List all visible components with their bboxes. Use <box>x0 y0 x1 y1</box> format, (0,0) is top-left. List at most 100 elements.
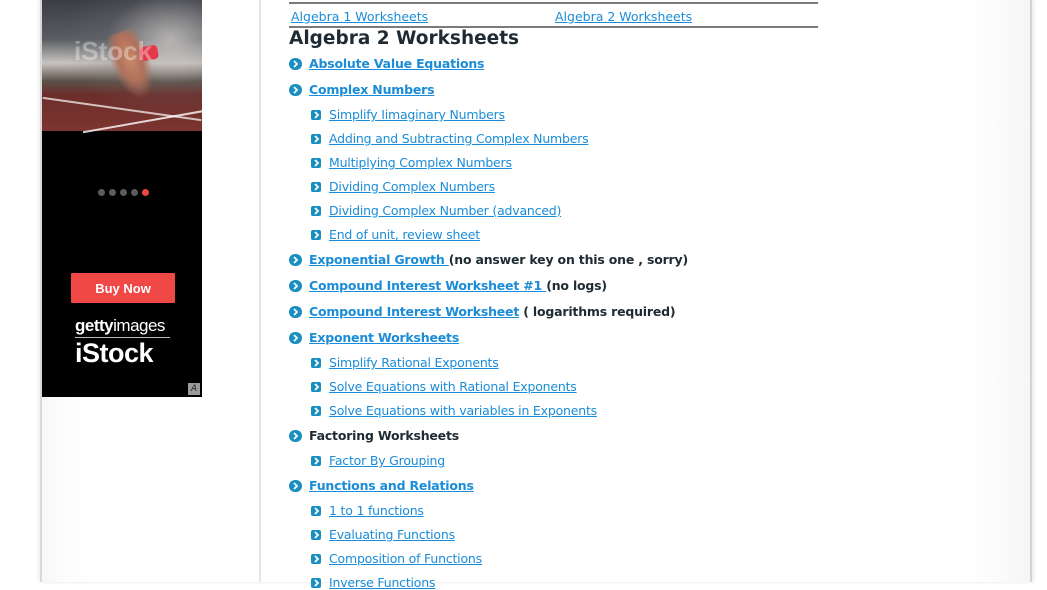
worksheet-note: (no logs) <box>546 278 607 293</box>
chevron-bullet-icon <box>311 357 321 368</box>
worksheet-link[interactable]: Absolute Value Equations <box>309 56 484 71</box>
worksheet-link[interactable]: Complex Numbers <box>309 82 435 97</box>
worksheet-link[interactable]: Compound Interest Worksheet #1 <box>309 278 546 293</box>
worksheet-subitem: Simplify Iimaginary Numbers <box>311 107 505 122</box>
chevron-right-icon <box>313 358 319 367</box>
ad-carousel-dots <box>98 189 149 196</box>
worksheet-link[interactable]: Exponent Worksheets <box>309 330 459 345</box>
worksheet-link[interactable]: Multiplying Complex Numbers <box>329 155 512 170</box>
ad-brand-rest: images <box>113 316 165 335</box>
chevron-bullet-icon <box>311 455 321 466</box>
chevron-bullet-icon <box>311 157 321 168</box>
worksheet-category: Factoring Worksheets <box>289 428 459 443</box>
worksheet-subitem: Dividing Complex Number (advanced) <box>311 203 561 218</box>
chevron-bullet-icon <box>289 331 302 344</box>
worksheet-subitem: Adding and Subtracting Complex Numbers <box>311 131 589 146</box>
chevron-right-icon <box>313 506 319 515</box>
chevron-bullet-icon <box>311 229 321 240</box>
ad-carousel-dot[interactable] <box>131 189 138 196</box>
chevron-right-icon <box>293 255 299 264</box>
chevron-right-icon <box>313 206 319 215</box>
worksheet-category: Functions and Relations <box>289 478 474 493</box>
chevron-right-icon <box>313 530 319 539</box>
worksheet-subitem: Solve Equations with Rational Exponents <box>311 379 577 394</box>
worksheet-category: Absolute Value Equations <box>289 56 484 71</box>
worksheet-link[interactable]: Simplify Rational Exponents <box>329 355 499 370</box>
chevron-bullet-icon <box>311 577 321 588</box>
chevron-bullet-icon <box>289 479 302 492</box>
chevron-right-icon <box>313 182 319 191</box>
chevron-right-icon <box>313 110 319 119</box>
left-sidebar: iStock Buy Now gettyimages iStock A <box>42 0 261 582</box>
worksheet-category: Complex Numbers <box>289 82 435 97</box>
worksheet-link[interactable]: Compound Interest Worksheet <box>309 304 519 319</box>
chevron-right-icon <box>313 456 319 465</box>
worksheet-subitem: End of unit, review sheet <box>311 227 480 242</box>
chevron-bullet-icon <box>311 553 321 564</box>
ad-carousel-dot[interactable] <box>120 189 127 196</box>
worksheet-link[interactable]: Simplify Iimaginary Numbers <box>329 107 505 122</box>
chevron-right-icon <box>293 431 299 440</box>
ad-carousel-dot[interactable] <box>98 189 105 196</box>
worksheet-subitem: 1 to 1 functions <box>311 503 424 518</box>
chevron-right-icon <box>313 230 319 239</box>
ad-watermark: iStock <box>74 36 153 66</box>
nav-link-algebra-2[interactable]: Algebra 2 Worksheets <box>555 9 692 24</box>
chevron-right-icon <box>313 406 319 415</box>
worksheet-link[interactable]: Exponential Growth <box>309 252 449 267</box>
chevron-bullet-icon <box>311 405 321 416</box>
ad-carousel-dot[interactable] <box>109 189 116 196</box>
chevron-bullet-icon <box>289 429 302 442</box>
worksheet-subitem: Factor By Grouping <box>311 453 445 468</box>
istock-ad-banner[interactable]: iStock Buy Now gettyimages iStock A <box>42 0 202 397</box>
ad-istock-logo: iStock <box>75 338 154 368</box>
worksheet-category: Compound Interest Worksheet #1 (no logs) <box>289 278 607 293</box>
worksheet-link[interactable]: Inverse Functions <box>329 575 435 590</box>
worksheet-category: Compound Interest Worksheet ( logarithms… <box>289 304 676 319</box>
worksheet-link[interactable]: Evaluating Functions <box>329 527 455 542</box>
worksheet-link[interactable]: 1 to 1 functions <box>329 503 424 518</box>
chevron-bullet-icon <box>311 505 321 516</box>
chevron-bullet-icon <box>289 305 302 318</box>
ad-gettyimages-logo: gettyimages <box>75 316 170 338</box>
adchoices-icon[interactable]: A <box>188 383 200 395</box>
worksheet-category: Exponential Growth (no answer key on thi… <box>289 252 688 267</box>
chevron-right-icon <box>293 59 299 68</box>
worksheet-link[interactable]: Functions and Relations <box>309 478 474 493</box>
chevron-right-icon <box>293 333 299 342</box>
worksheet-subitem: Inverse Functions <box>311 575 435 590</box>
chevron-bullet-icon <box>289 57 302 70</box>
worksheet-subitem: Evaluating Functions <box>311 527 455 542</box>
worksheet-subitem: Solve Equations with variables in Expone… <box>311 403 597 418</box>
chevron-bullet-icon <box>311 205 321 216</box>
worksheet-link[interactable]: Solve Equations with Rational Exponents <box>329 379 577 394</box>
ad-carousel-dot[interactable] <box>142 189 149 196</box>
chevron-bullet-icon <box>311 133 321 144</box>
page-edge-shadow <box>970 0 1030 582</box>
worksheet-link[interactable]: Factor By Grouping <box>329 453 445 468</box>
worksheet-link[interactable]: Dividing Complex Number (advanced) <box>329 203 561 218</box>
worksheet-subitem: Simplify Rational Exponents <box>311 355 499 370</box>
chevron-bullet-icon <box>311 381 321 392</box>
worksheet-subitem: Multiplying Complex Numbers <box>311 155 512 170</box>
chevron-right-icon <box>313 382 319 391</box>
ad-buy-now-button[interactable]: Buy Now <box>71 273 175 303</box>
worksheet-note: ( logarithms required) <box>519 304 676 319</box>
ad-sprinter-photo[interactable]: iStock <box>42 0 202 134</box>
ad-track-line <box>42 96 202 122</box>
ad-brand-bold: getty <box>75 316 114 335</box>
worksheet-link[interactable]: End of unit, review sheet <box>329 227 480 242</box>
chevron-right-icon <box>313 158 319 167</box>
page-title: Algebra 2 Worksheets <box>289 28 520 49</box>
worksheet-link[interactable]: Solve Equations with variables in Expone… <box>329 403 597 418</box>
worksheet-note: (no answer key on this one , sorry) <box>448 252 688 267</box>
chevron-bullet-icon <box>289 253 302 266</box>
worksheet-link[interactable]: Adding and Subtracting Complex Numbers <box>329 131 589 146</box>
topnav: Algebra 1 Worksheets Algebra 2 Worksheet… <box>289 2 818 28</box>
nav-link-algebra-1[interactable]: Algebra 1 Worksheets <box>291 9 428 24</box>
worksheet-link[interactable]: Dividing Complex Numbers <box>329 179 495 194</box>
worksheet-link[interactable]: Composition of Functions <box>329 551 482 566</box>
chevron-bullet-icon <box>311 181 321 192</box>
chevron-bullet-icon <box>289 279 302 292</box>
chevron-bullet-icon <box>311 109 321 120</box>
